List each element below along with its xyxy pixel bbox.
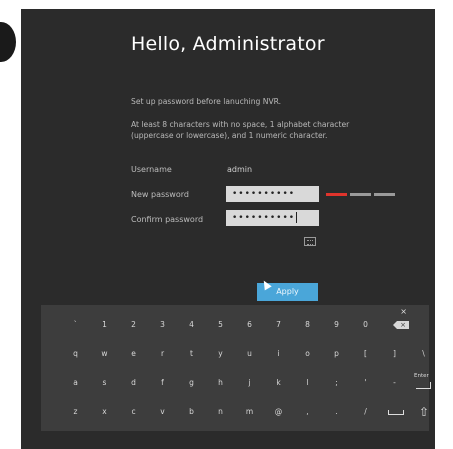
confirm-password-label: Confirm password bbox=[131, 215, 204, 224]
text-caret bbox=[296, 212, 298, 223]
key-4-10[interactable]: . bbox=[323, 400, 350, 424]
strength-bar-medium bbox=[350, 193, 371, 196]
key-2-4[interactable]: r bbox=[149, 342, 176, 366]
key-3-6[interactable]: h bbox=[207, 371, 234, 395]
key-2-11[interactable]: [ bbox=[352, 342, 379, 366]
enter-label: Enter bbox=[414, 373, 429, 379]
page-title: Hello, Administrator bbox=[131, 33, 325, 55]
key-3-4[interactable]: f bbox=[149, 371, 176, 395]
new-password-value: •••••••••• bbox=[232, 189, 296, 199]
key-3-10[interactable]: ; bbox=[323, 371, 350, 395]
key-3-5[interactable]: g bbox=[178, 371, 205, 395]
password-rule-line2: (uppercase or lowercase), and 1 numeric … bbox=[131, 131, 328, 140]
key-4-8[interactable]: @ bbox=[265, 400, 292, 424]
confirm-password-value: •••••••••• bbox=[232, 213, 296, 223]
enter-key[interactable]: Enter bbox=[410, 371, 437, 395]
keyboard-icon[interactable] bbox=[304, 237, 316, 246]
key-2-12[interactable]: ] bbox=[381, 342, 408, 366]
strength-bar-strong bbox=[374, 193, 395, 196]
key-3-2[interactable]: s bbox=[91, 371, 118, 395]
key-2-7[interactable]: u bbox=[236, 342, 263, 366]
key-3-8[interactable]: k bbox=[265, 371, 292, 395]
key-1-5[interactable]: 4 bbox=[178, 313, 205, 337]
key-3-9[interactable]: l bbox=[294, 371, 321, 395]
key-4-4[interactable]: v bbox=[149, 400, 176, 424]
key-3-3[interactable]: d bbox=[120, 371, 147, 395]
strength-bar-weak bbox=[326, 193, 347, 196]
key-4-3[interactable]: c bbox=[120, 400, 147, 424]
new-password-label: New password bbox=[131, 190, 189, 199]
key-2-5[interactable]: t bbox=[178, 342, 205, 366]
key-4-2[interactable]: x bbox=[91, 400, 118, 424]
logo-partial bbox=[0, 22, 16, 62]
key-3-1[interactable]: a bbox=[62, 371, 89, 395]
key-2-6[interactable]: y bbox=[207, 342, 234, 366]
key-3-11[interactable]: ' bbox=[352, 371, 379, 395]
shift-key[interactable]: ⇧ bbox=[410, 400, 437, 424]
key-4-7[interactable]: m bbox=[236, 400, 263, 424]
key-2-9[interactable]: o bbox=[294, 342, 321, 366]
backspace-key[interactable]: × bbox=[387, 313, 414, 337]
key-2-2[interactable]: w bbox=[91, 342, 118, 366]
key-3-7[interactable]: j bbox=[236, 371, 263, 395]
enter-icon bbox=[416, 382, 431, 389]
new-password-field[interactable]: •••••••••• bbox=[226, 186, 319, 202]
key-2-3[interactable]: e bbox=[120, 342, 147, 366]
intro-text: Set up password before lanuching NVR. bbox=[131, 97, 282, 106]
space-key[interactable] bbox=[381, 400, 408, 424]
key-1-11[interactable]: 0 bbox=[352, 313, 379, 337]
password-rule-line1: At least 8 characters with no space, 1 a… bbox=[131, 120, 350, 129]
key-4-6[interactable]: n bbox=[207, 400, 234, 424]
key-1-10[interactable]: 9 bbox=[323, 313, 350, 337]
username-label: Username bbox=[131, 165, 172, 174]
key-1-9[interactable]: 8 bbox=[294, 313, 321, 337]
username-value: admin bbox=[227, 165, 253, 174]
key-2-10[interactable]: p bbox=[323, 342, 350, 366]
key-4-5[interactable]: b bbox=[178, 400, 205, 424]
key-1-8[interactable]: 7 bbox=[265, 313, 292, 337]
key-2-13[interactable]: \ bbox=[410, 342, 437, 366]
key-2-1[interactable]: q bbox=[62, 342, 89, 366]
key-1-2[interactable]: 1 bbox=[91, 313, 118, 337]
key-1-6[interactable]: 5 bbox=[207, 313, 234, 337]
on-screen-keyboard: × ` 1 2 3 4 5 6 7 8 9 0 q w e r t y u i o p[] \ a s d f g h j k l; ' - z x… bbox=[41, 305, 431, 431]
key-1-4[interactable]: 3 bbox=[149, 313, 176, 337]
key-1-7[interactable]: 6 bbox=[236, 313, 263, 337]
confirm-password-field[interactable]: •••••••••• bbox=[226, 210, 319, 226]
key-4-9[interactable]: , bbox=[294, 400, 321, 424]
key-1-1[interactable]: ` bbox=[62, 313, 89, 337]
key-2-8[interactable]: i bbox=[265, 342, 292, 366]
key-1-3[interactable]: 2 bbox=[120, 313, 147, 337]
shift-icon: ⇧ bbox=[419, 405, 430, 419]
space-icon bbox=[388, 410, 404, 415]
key-4-11[interactable]: / bbox=[352, 400, 379, 424]
key-3-12[interactable]: - bbox=[381, 371, 408, 395]
apply-label: Apply bbox=[276, 287, 299, 296]
key-4-1[interactable]: z bbox=[62, 400, 89, 424]
